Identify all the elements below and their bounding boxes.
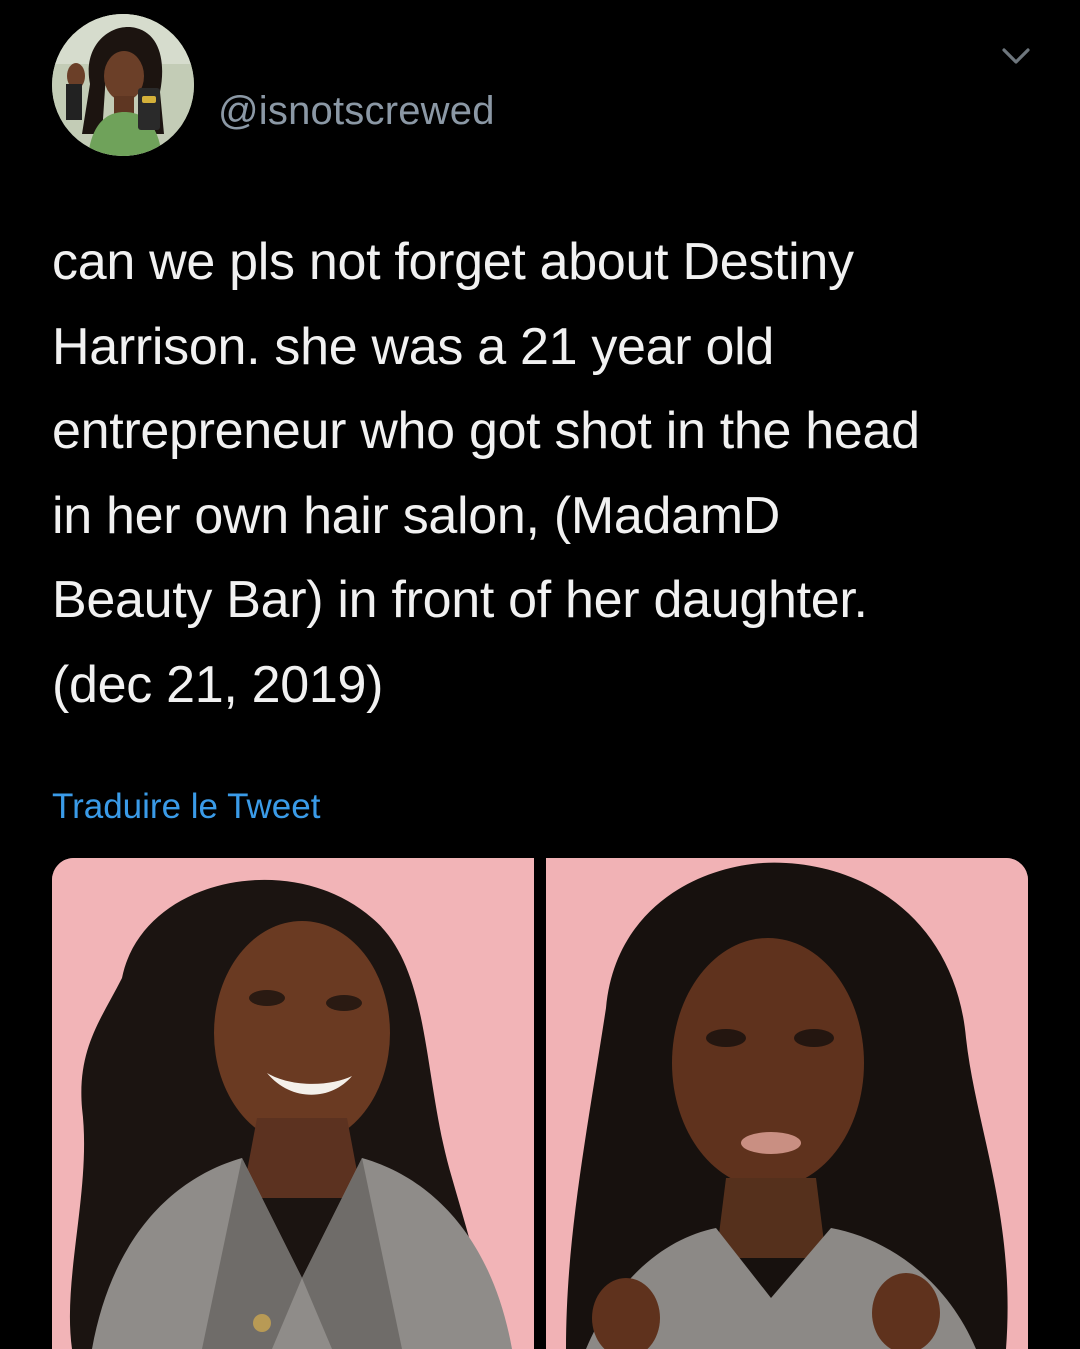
tweet-photo-1[interactable] bbox=[52, 858, 534, 1349]
translate-tweet-link[interactable]: Traduire le Tweet bbox=[52, 786, 320, 828]
user-handle[interactable]: @isnotscrewed bbox=[218, 88, 495, 134]
chevron-down-icon[interactable] bbox=[996, 42, 1036, 72]
tweet-media bbox=[52, 858, 1028, 1349]
tweet-card: @isnotscrewed can we pls not forget abou… bbox=[0, 0, 1080, 1349]
tweet-text: can we pls not forget about Destiny Harr… bbox=[52, 233, 920, 714]
tweet-photo-2[interactable] bbox=[546, 858, 1028, 1349]
avatar[interactable] bbox=[52, 14, 194, 156]
avatar-image bbox=[52, 14, 194, 156]
